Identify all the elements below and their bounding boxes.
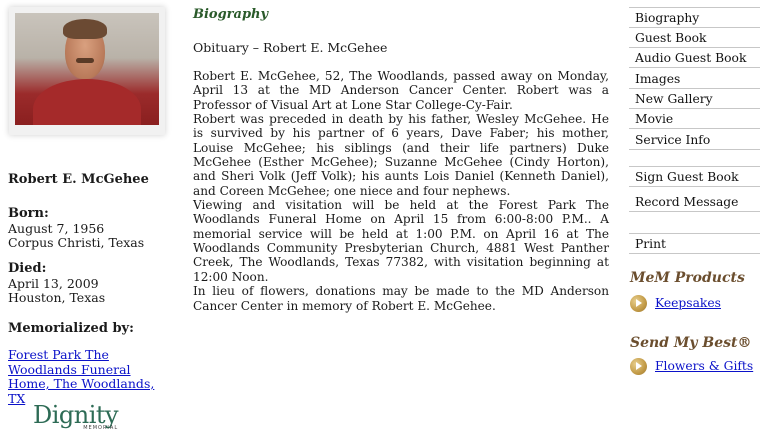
- play-arrow-icon[interactable]: [630, 358, 647, 375]
- menu-item-print[interactable]: Print: [629, 234, 760, 254]
- born-label: Born:: [8, 206, 49, 221]
- menu-item-sign-guest-book[interactable]: Sign Guest Book: [629, 167, 760, 187]
- died-date: April 13, 2009: [8, 275, 99, 291]
- menu-item-movie[interactable]: Movie: [629, 109, 760, 129]
- born-place: Corpus Christi, Texas: [8, 235, 145, 250]
- born-block: Born: August 7, 1956 Corpus Christi, Tex…: [8, 206, 145, 251]
- deceased-name: Robert E. McGehee: [8, 172, 149, 187]
- born-date: August 7, 1956: [8, 220, 105, 236]
- obituary-paragraph: Robert was preceded in death by his fath…: [193, 112, 609, 198]
- funeral-home-block: Forest Park The Woodlands Funeral Home, …: [8, 347, 168, 406]
- dignity-memorial-logo[interactable]: Dignity MEMORIAL: [33, 401, 119, 431]
- died-place: Houston, Texas: [8, 290, 106, 305]
- menu-item-record-message[interactable]: Record Message: [629, 192, 760, 212]
- photo-hair: [63, 19, 107, 39]
- died-label: Died:: [8, 261, 47, 276]
- funeral-home-link[interactable]: Forest Park The Woodlands Funeral Home, …: [8, 347, 154, 406]
- obituary-body: Robert E. McGehee, 52, The Woodlands, pa…: [193, 69, 609, 313]
- memorialized-label: Memorialized by:: [8, 321, 134, 336]
- menu-item-new-gallery[interactable]: New Gallery: [629, 89, 760, 109]
- send-my-best-heading: Send My Best®: [630, 335, 752, 351]
- died-block: Died: April 13, 2009 Houston, Texas: [8, 261, 106, 306]
- obituary-title: Obituary – Robert E. McGehee: [193, 40, 388, 55]
- logo-text: Dignity: [33, 401, 119, 429]
- menu-item-images[interactable]: Images: [629, 69, 760, 89]
- obituary-paragraph: In lieu of flowers, donations may be mad…: [193, 284, 609, 313]
- mem-products-heading: MeM Products: [630, 270, 745, 286]
- photo-moustache: [76, 58, 94, 63]
- menu-item-guest-book[interactable]: Guest Book: [629, 28, 760, 48]
- obituary-paragraph: Viewing and visitation will be held at t…: [193, 198, 609, 284]
- play-arrow-icon[interactable]: [630, 295, 647, 312]
- menu-item-biography[interactable]: Biography: [629, 8, 760, 28]
- profile-photo[interactable]: [15, 13, 159, 125]
- photo-shirt: [33, 79, 141, 125]
- flowers-gifts-link[interactable]: Flowers & Gifts: [655, 359, 753, 373]
- menu-item-audio-guest-book[interactable]: Audio Guest Book: [629, 48, 760, 68]
- menu-item-service-info[interactable]: Service Info: [629, 130, 760, 150]
- profile-photo-frame: [9, 7, 165, 135]
- biography-heading: Biography: [193, 7, 269, 22]
- keepsakes-link[interactable]: Keepsakes: [655, 296, 721, 310]
- obituary-paragraph: Robert E. McGehee, 52, The Woodlands, pa…: [193, 69, 609, 112]
